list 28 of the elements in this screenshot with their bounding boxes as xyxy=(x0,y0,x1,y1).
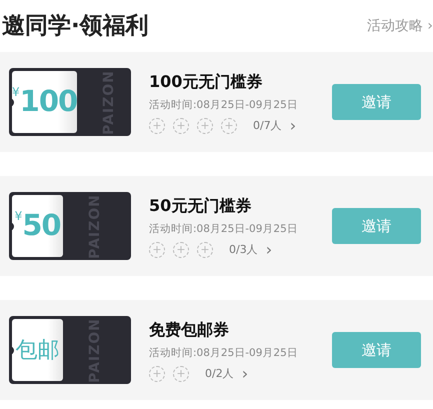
activity-period: 活动时间:08月25日-09月25日 xyxy=(149,222,299,237)
coupon-value: 包邮 xyxy=(16,336,60,364)
activity-period: 活动时间:08月25日-09月25日 xyxy=(149,346,299,361)
invite-slot: + xyxy=(149,242,165,258)
invite-slot: + xyxy=(197,118,213,134)
invite-slot: + xyxy=(197,242,213,258)
page-title: 邀同学·领福利 xyxy=(2,12,149,41)
chevron-icon[interactable]: › xyxy=(290,118,296,134)
coupon-title: 免费包邮券 xyxy=(149,318,230,341)
invite-slot: + xyxy=(173,366,189,382)
coupon-title: 50元无门槛券 xyxy=(149,194,252,217)
invite-button[interactable]: 邀请 xyxy=(332,332,421,368)
coupon-title: 100元无门槛券 xyxy=(149,70,264,93)
coupon-value: 50 xyxy=(22,207,61,244)
invite-slot: + xyxy=(173,118,189,134)
invite-button[interactable]: 邀请 xyxy=(332,84,421,120)
invite-slot: + xyxy=(149,366,165,382)
invite-slot: + xyxy=(149,118,165,134)
coupon-value: 100 xyxy=(20,83,78,120)
strategy-link[interactable]: 活动攻略 › xyxy=(366,16,433,36)
invite-slot: + xyxy=(221,118,237,134)
currency-symbol: ¥ xyxy=(12,84,20,101)
chevron-icon[interactable]: › xyxy=(242,366,248,382)
chevron-icon[interactable]: › xyxy=(266,242,272,258)
invite-button[interactable]: 邀请 xyxy=(332,208,421,244)
invite-slot: + xyxy=(173,242,189,258)
activity-period: 活动时间:08月25日-09月25日 xyxy=(149,98,299,113)
currency-symbol: ¥ xyxy=(14,208,22,225)
